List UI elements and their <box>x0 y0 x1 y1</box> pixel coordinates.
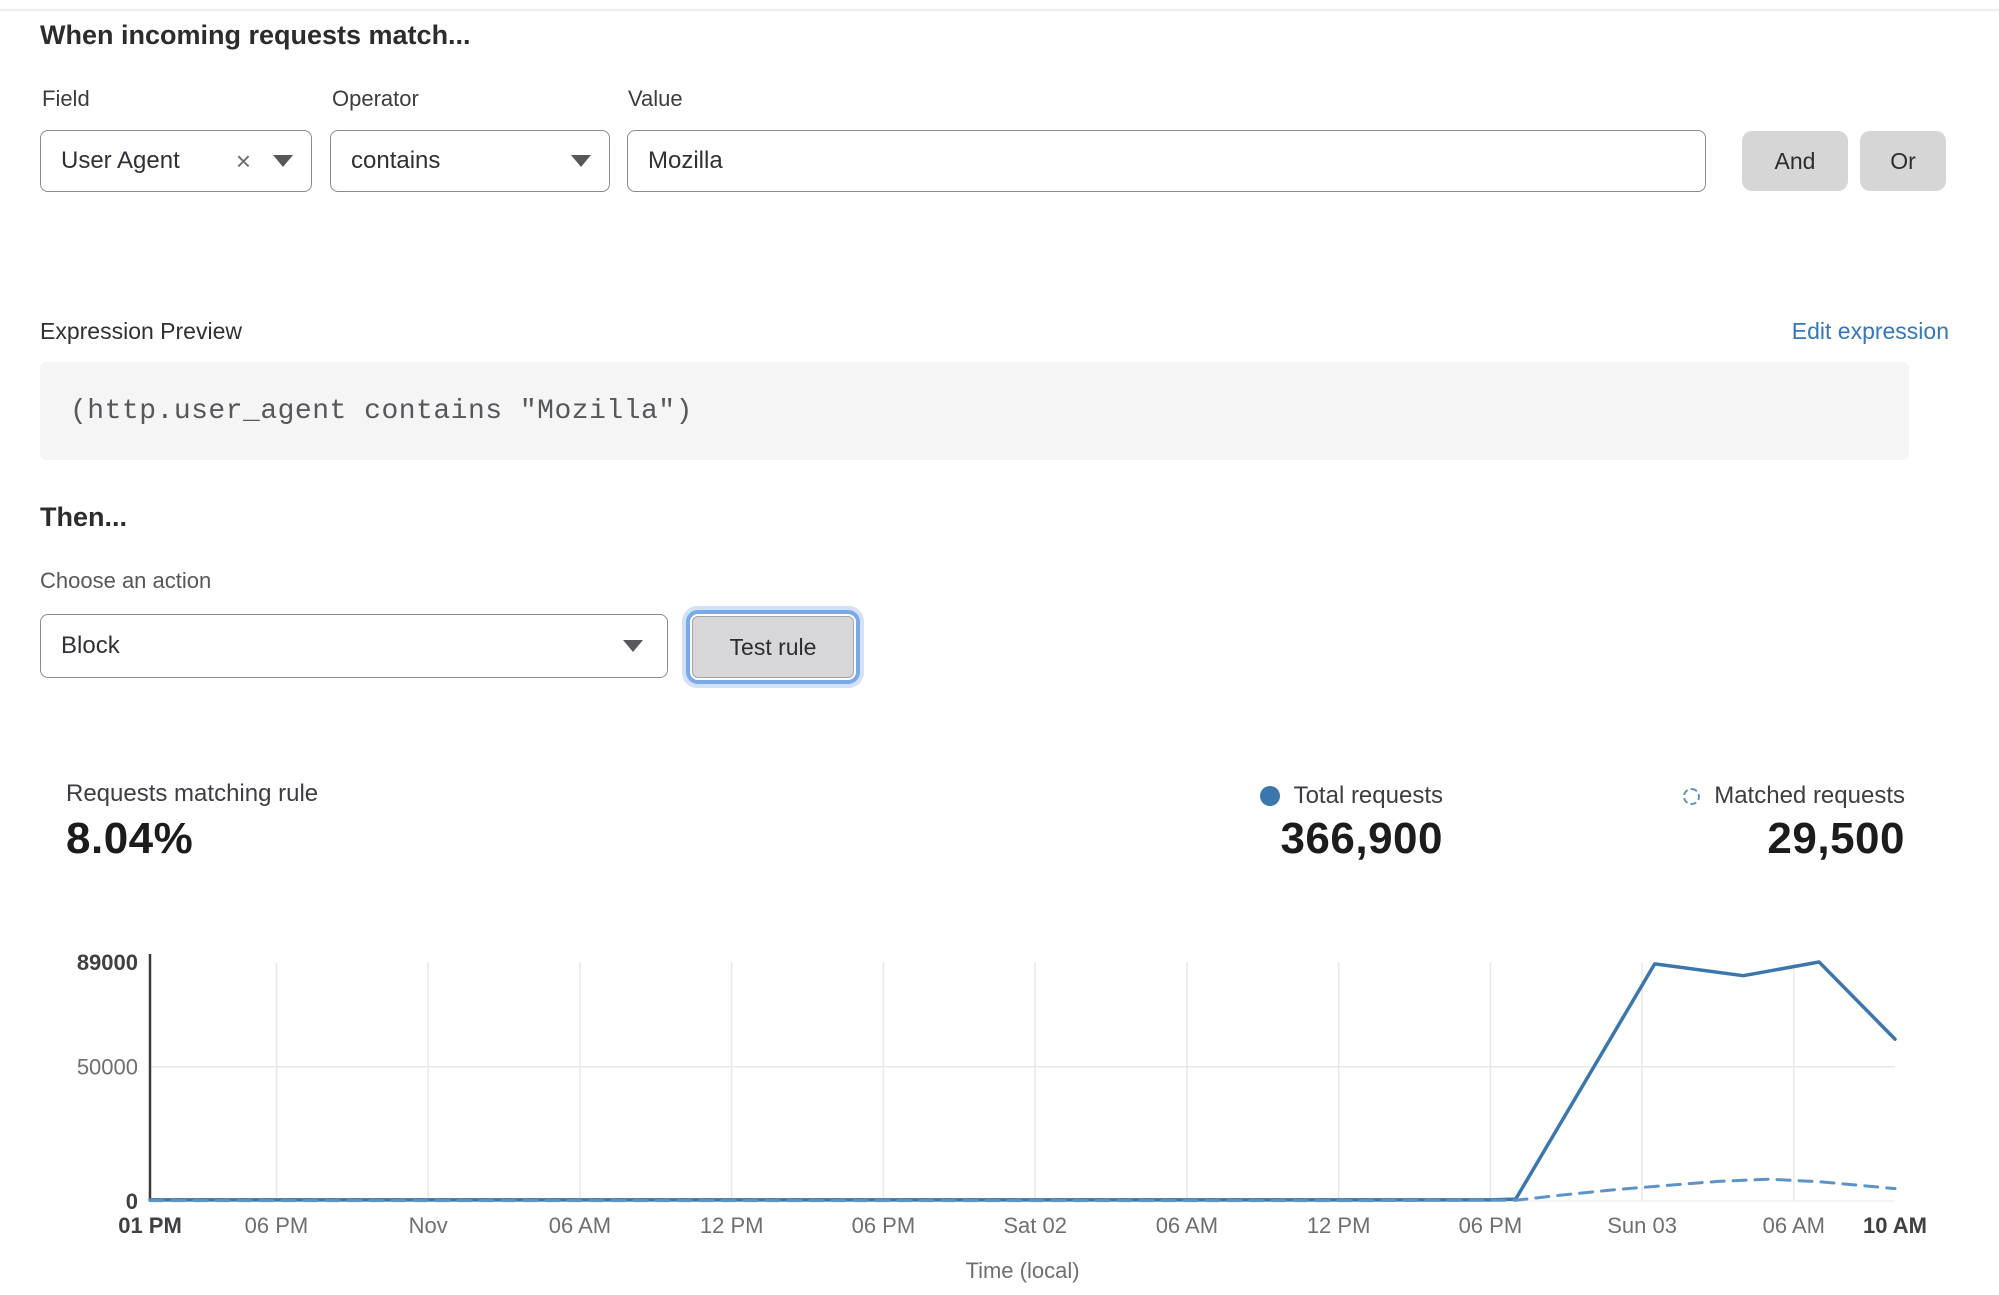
svg-text:06 PM: 06 PM <box>1459 1213 1523 1238</box>
action-select-value: Block <box>61 632 120 660</box>
operator-select[interactable]: contains <box>330 130 610 192</box>
legend-total-requests: Total requests 366,900 <box>1260 782 1443 864</box>
svg-text:06 AM: 06 AM <box>549 1213 611 1238</box>
svg-text:06 AM: 06 AM <box>1156 1213 1218 1238</box>
expression-code-block: (http.user_agent contains "Mozilla") <box>40 362 1909 460</box>
matching-stat-label: Requests matching rule <box>66 780 318 808</box>
then-heading: Then... <box>40 502 127 533</box>
chevron-down-icon <box>623 640 643 652</box>
svg-text:50000: 50000 <box>77 1055 138 1080</box>
svg-text:06 AM: 06 AM <box>1763 1213 1825 1238</box>
svg-text:10 AM: 10 AM <box>1863 1213 1927 1238</box>
svg-text:Sun 03: Sun 03 <box>1607 1213 1677 1238</box>
expression-code: (http.user_agent contains "Mozilla") <box>70 396 693 427</box>
total-requests-marker-icon <box>1260 786 1280 806</box>
expression-preview-label: Expression Preview <box>40 318 242 345</box>
svg-text:89000: 89000 <box>77 950 138 975</box>
matching-stat-value: 8.04% <box>66 814 318 864</box>
svg-text:Nov: Nov <box>409 1213 448 1238</box>
clear-field-icon[interactable]: × <box>236 148 251 174</box>
chart-x-labels: 01 PM 06 PM Nov 06 AM 12 PM 06 PM Sat 02 06 AM 1… <box>118 1213 1927 1238</box>
value-input[interactable] <box>627 130 1706 192</box>
or-button[interactable]: Or <box>1860 131 1946 191</box>
chevron-down-icon <box>571 155 591 167</box>
operator-select-value: contains <box>351 147 440 175</box>
chart-series-matched-requests <box>150 1179 1895 1200</box>
matched-requests-label: Matched requests <box>1714 782 1905 810</box>
total-requests-label: Total requests <box>1294 782 1443 810</box>
svg-text:12 PM: 12 PM <box>700 1213 764 1238</box>
requests-chart-svg: 0 50000 89000 01 PM 06 PM Nov 06 AM 12 PM 06 PM S… <box>40 930 1950 1295</box>
edit-expression-link[interactable]: Edit expression <box>1792 318 1949 345</box>
chart-xaxis-title: Time (local) <box>965 1258 1079 1283</box>
chevron-down-icon <box>273 155 293 167</box>
svg-text:06 PM: 06 PM <box>245 1213 309 1238</box>
choose-action-label: Choose an action <box>40 568 211 594</box>
chart-y-labels: 0 50000 89000 <box>77 950 138 1214</box>
svg-text:12 PM: 12 PM <box>1307 1213 1371 1238</box>
total-requests-value: 366,900 <box>1280 814 1443 864</box>
legend-matched-requests: Matched requests 29,500 <box>1683 782 1905 864</box>
chart-series-total-requests <box>150 962 1895 1200</box>
and-button[interactable]: And <box>1742 131 1848 191</box>
value-label: Value <box>628 86 683 112</box>
field-label: Field <box>42 86 90 112</box>
svg-text:0: 0 <box>126 1189 138 1214</box>
field-select[interactable]: User Agent × <box>40 130 312 192</box>
test-rule-button[interactable]: Test rule <box>692 616 854 678</box>
matched-requests-marker-icon <box>1683 788 1700 805</box>
top-divider <box>0 9 1999 11</box>
svg-text:Sat 02: Sat 02 <box>1003 1213 1067 1238</box>
svg-text:01 PM: 01 PM <box>118 1213 182 1238</box>
svg-text:06 PM: 06 PM <box>852 1213 916 1238</box>
action-select[interactable]: Block <box>40 614 668 678</box>
match-section-heading: When incoming requests match... <box>40 20 471 51</box>
matched-requests-value: 29,500 <box>1767 814 1905 864</box>
operator-label: Operator <box>332 86 419 112</box>
matching-stat: Requests matching rule 8.04% <box>66 780 318 864</box>
field-select-value: User Agent <box>61 147 180 175</box>
